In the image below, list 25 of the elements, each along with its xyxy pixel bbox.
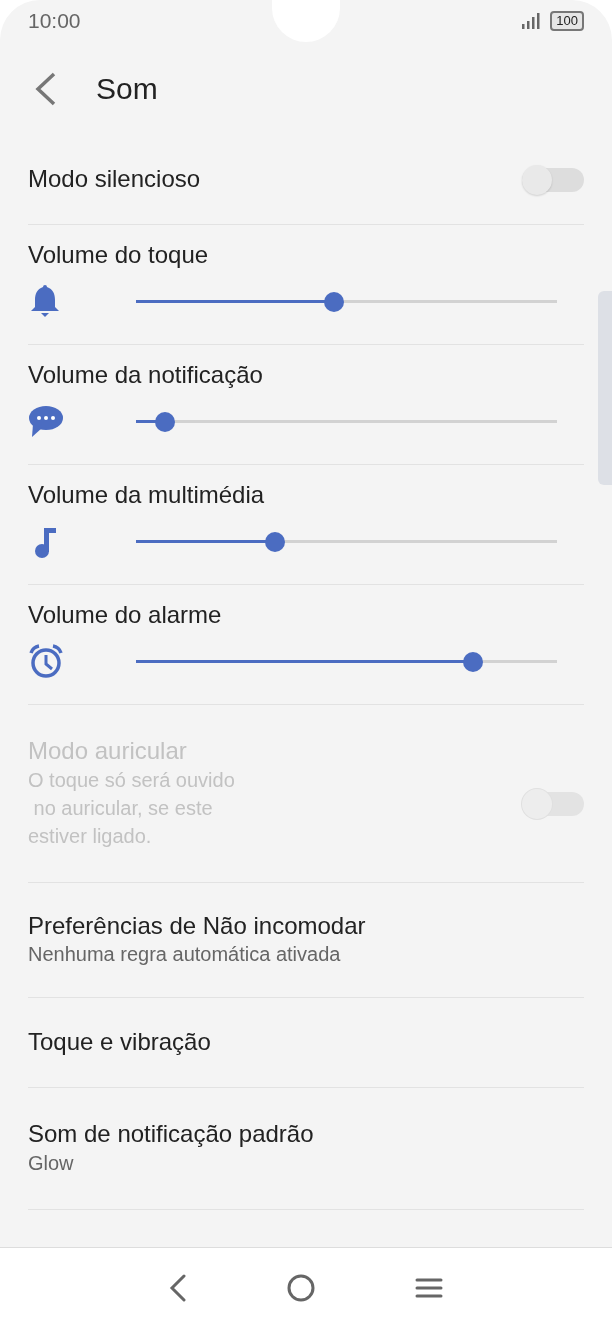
status-time: 10:00 <box>28 8 81 35</box>
back-icon[interactable] <box>34 71 56 106</box>
toggle-switch[interactable] <box>522 167 584 192</box>
page-title: Som <box>96 71 158 107</box>
back-icon[interactable] <box>169 1274 187 1302</box>
setting-title: Toque e vibração <box>28 1028 212 1057</box>
signal-icon <box>522 13 543 29</box>
slider-thumb[interactable] <box>155 411 176 432</box>
chat-icon <box>28 403 64 440</box>
alarm-clock-icon <box>28 643 64 680</box>
battery-level: 100 <box>550 11 584 31</box>
setting-summary: Glow <box>28 1150 75 1176</box>
slider-thumb[interactable] <box>264 531 285 552</box>
setting-title: Volume do alarme <box>28 601 223 630</box>
setting-title: Preferências de Não incomodar <box>28 911 367 941</box>
setting-summary: Nenhuma regra automática ativada <box>28 942 342 968</box>
menu-icon[interactable] <box>415 1277 443 1299</box>
slider-thumb[interactable] <box>462 651 483 672</box>
setting-title: Volume da notificação <box>28 361 264 390</box>
setting-title: Volume da multimédia <box>28 481 266 510</box>
setting-title: Som de notificação padrão <box>28 1120 315 1149</box>
home-icon[interactable] <box>287 1274 315 1302</box>
setting-title: Modo silencioso <box>28 165 201 194</box>
setting-title: Volume do toque <box>28 241 210 270</box>
slider-thumb[interactable] <box>323 291 344 312</box>
